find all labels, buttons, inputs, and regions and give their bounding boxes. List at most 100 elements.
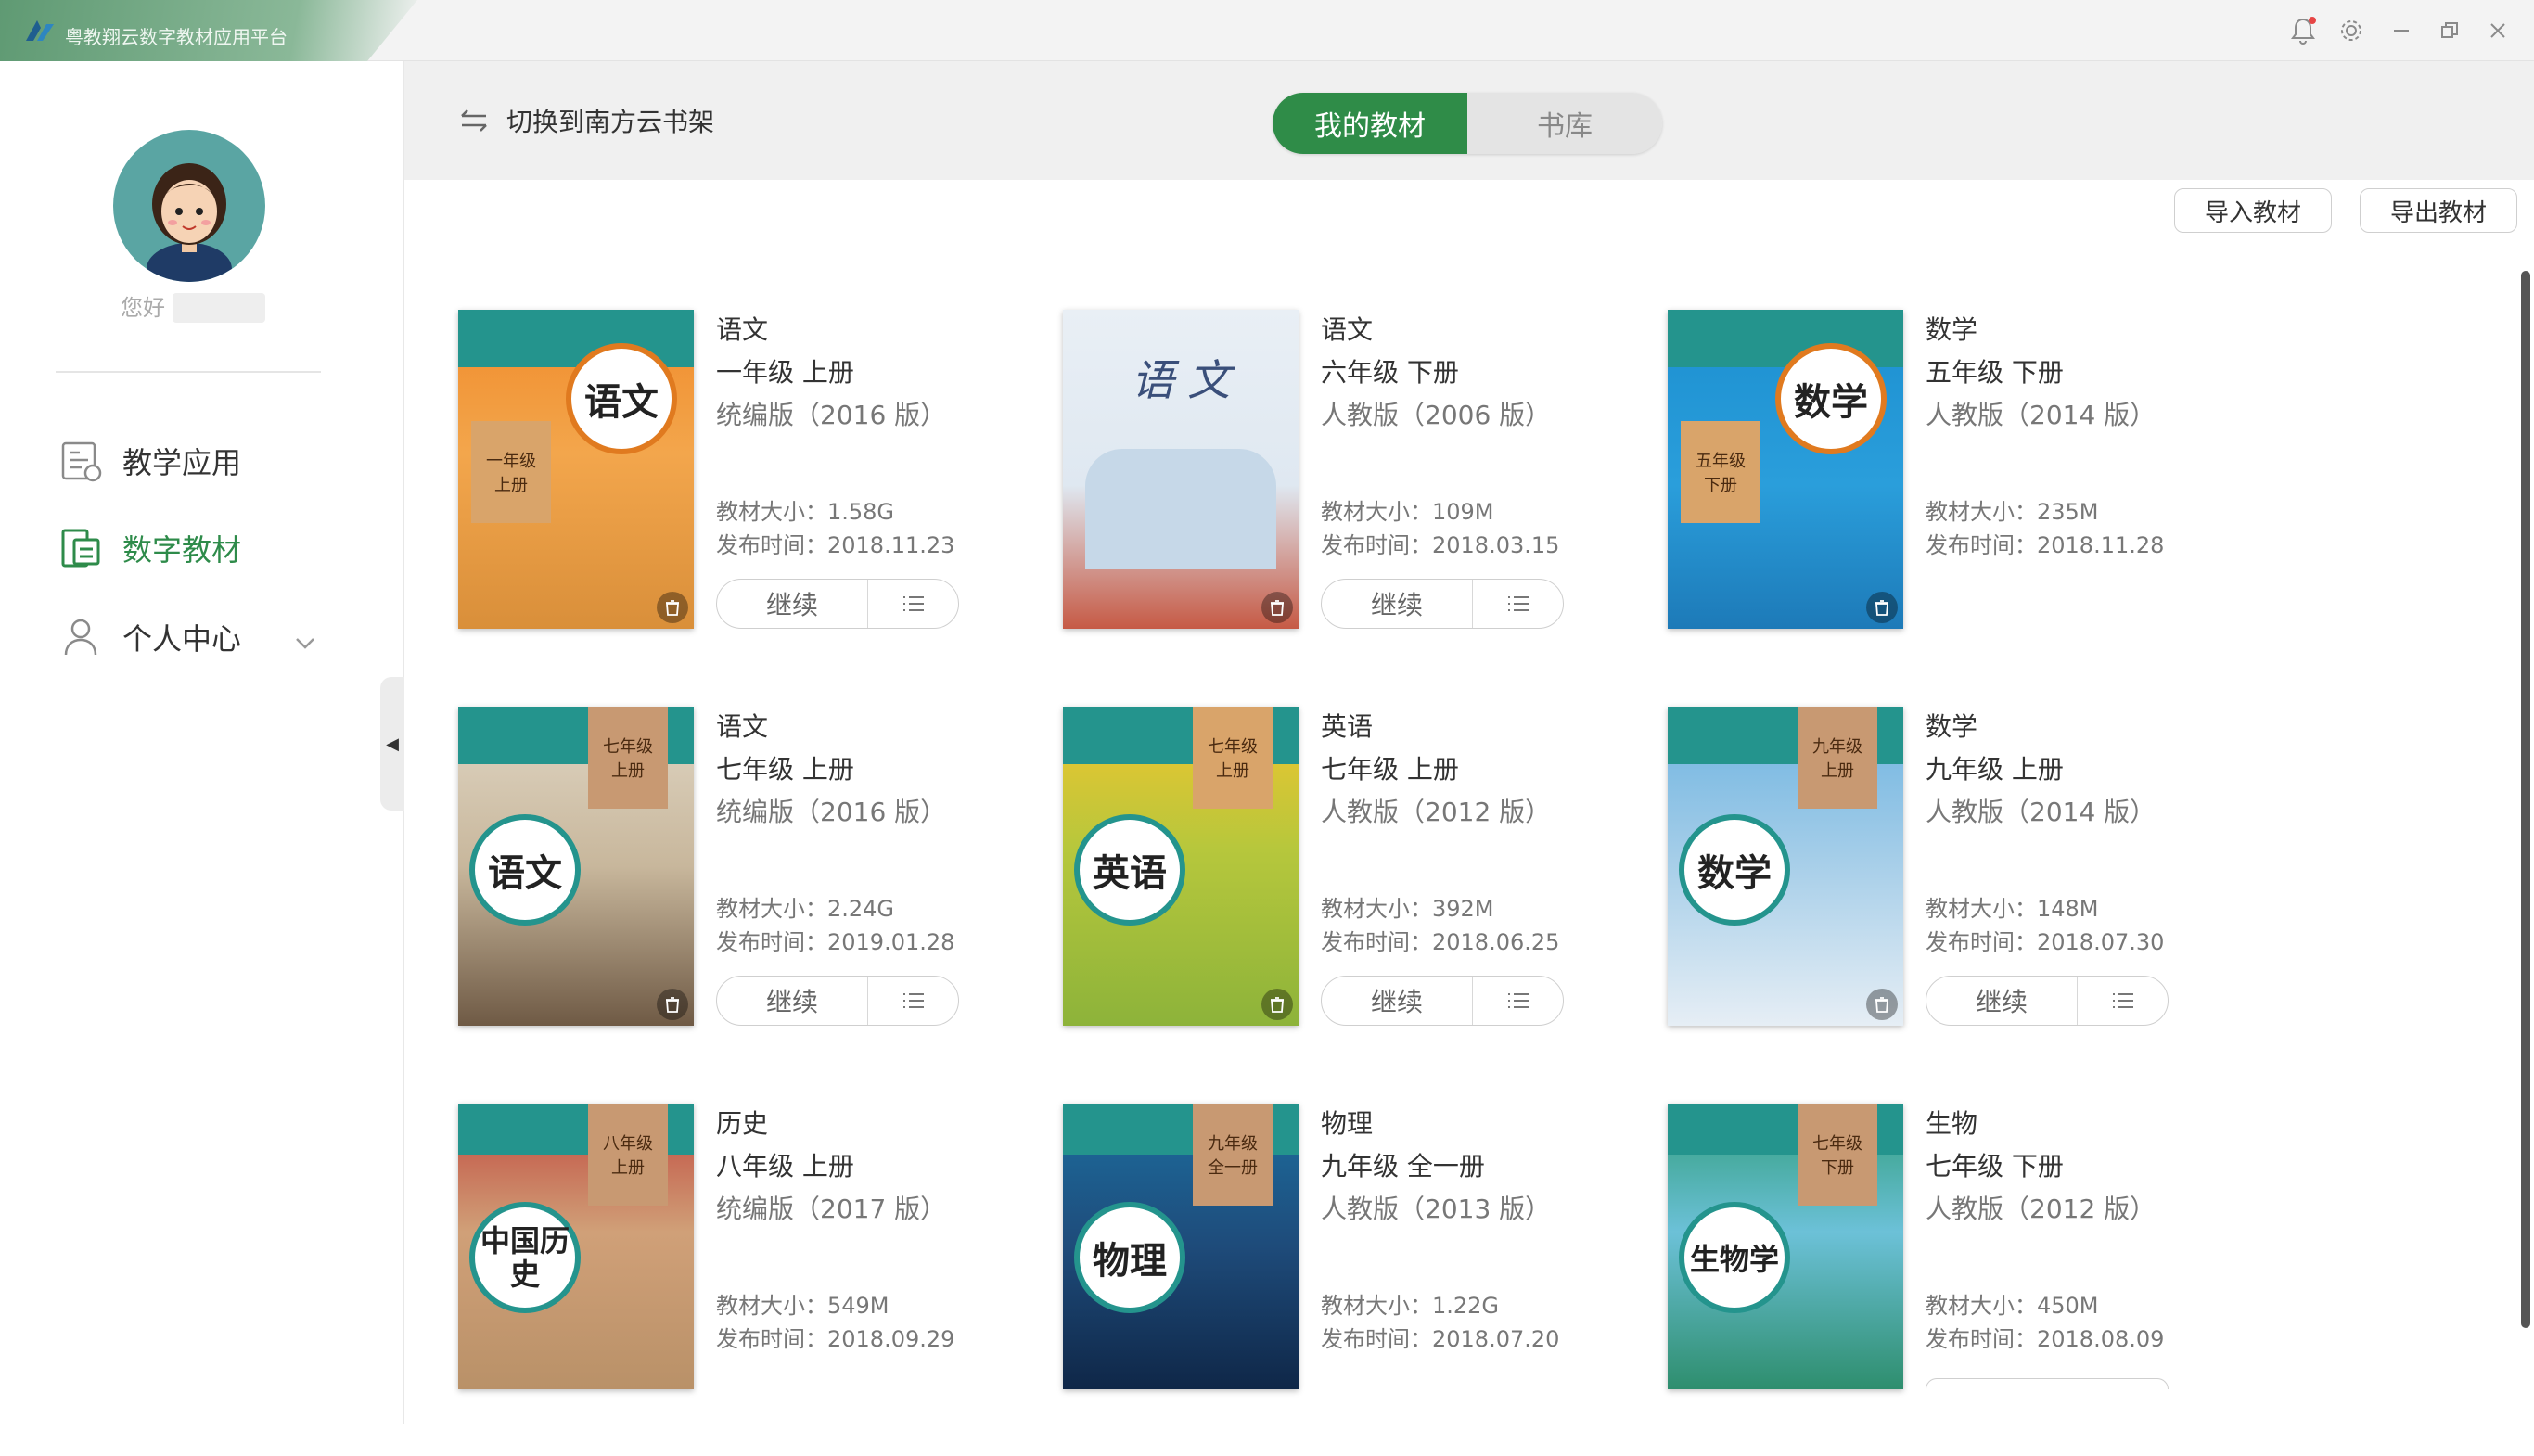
sidebar-item-label: 教学应用	[122, 445, 242, 480]
book-grade: 九年级 全一册	[1321, 1151, 1485, 1181]
sidebar-item-digital-textbook[interactable]: 数字教材	[58, 525, 241, 571]
delete-trash-icon[interactable]	[657, 592, 688, 623]
sidebar: 您好 教学应用 数字教材 个人中心 ◀	[0, 61, 404, 1424]
book-cover[interactable]: 八年级 上册 中国历史	[458, 1104, 694, 1389]
sidebar-collapse-handle[interactable]: ◀	[380, 677, 404, 811]
book-grade: 一年级 上册	[716, 357, 854, 388]
book-card[interactable]: 八年级 上册 中国历史 历史 八年级 上册 统编版（2017 版） 教材大小：5…	[458, 1104, 1033, 1456]
book-subject: 语文	[1321, 314, 1374, 345]
book-card[interactable]: 五年级 下册 数学 数学 五年级 下册 人教版（2014 版） 教材大小：235…	[1668, 310, 2243, 662]
delete-trash-icon[interactable]	[1261, 592, 1293, 623]
cover-grade-box: 八年级 上册	[588, 1104, 668, 1206]
continue-button[interactable]: 继续	[1322, 580, 1473, 628]
book-cover[interactable]: 九年级 上册 数学	[1668, 707, 1903, 1026]
person-icon	[64, 619, 97, 656]
sidebar-item-label: 个人中心	[122, 621, 242, 657]
brand-banner: 粤教翔云数字教材应用平台	[0, 0, 417, 61]
continue-button[interactable]: 继续	[717, 580, 868, 628]
book-edition: 人教版（2012 版）	[1926, 1194, 2156, 1224]
import-textbook-button[interactable]: 导入教材	[2174, 188, 2332, 233]
cover-grade-box: 七年级 上册	[1193, 707, 1273, 809]
avatar-illustration-icon	[147, 163, 232, 282]
book-size: 教材大小：1.58G	[716, 499, 895, 525]
continue-button[interactable]: 继续	[1926, 977, 2078, 1025]
book-edition: 人教版（2012 版）	[1321, 797, 1552, 827]
list-menu-icon[interactable]	[1473, 977, 1563, 1025]
content-toolbar: 切换到南方云书架 我的教材 书库	[404, 61, 2534, 180]
tab-library[interactable]: 书库	[1467, 93, 1662, 154]
cover-volume: 上册	[611, 1158, 645, 1178]
vertical-scrollbar[interactable]	[2521, 271, 2530, 1328]
cover-title-badge: 生物学	[1679, 1202, 1790, 1313]
chevron-down-icon[interactable]	[293, 631, 317, 655]
book-cover[interactable]: 七年级 上册 语文	[458, 707, 694, 1026]
switch-bookshelf-button[interactable]: 切换到南方云书架	[458, 102, 714, 139]
book-cover[interactable]: 一年级 上册 语文	[458, 310, 694, 629]
list-menu-icon[interactable]	[868, 580, 958, 628]
book-size: 教材大小：235M	[1926, 499, 2099, 525]
export-textbook-button[interactable]: 导出教材	[2360, 188, 2517, 233]
book-card[interactable]: 九年级 全一册 物理 物理 九年级 全一册 人教版（2013 版） 教材大小：1…	[1063, 1104, 1638, 1456]
cover-volume: 下册	[1704, 476, 1737, 495]
book-date: 发布时间：2018.06.25	[1321, 929, 1560, 955]
book-subject: 生物	[1926, 1108, 1978, 1139]
book-cover[interactable]: 九年级 全一册 物理	[1063, 1104, 1299, 1389]
book-subject: 语文	[716, 711, 769, 742]
continue-control[interactable]	[1926, 1378, 2169, 1389]
book-card[interactable]: 语 文 语文 六年级 下册 人教版（2006 版） 教材大小：109M 发布时间…	[1063, 310, 1638, 662]
cover-volume: 上册	[1821, 761, 1854, 781]
continue-control: 继续	[1321, 976, 1564, 1026]
sidebar-item-personal-center[interactable]: 个人中心	[58, 614, 241, 660]
list-menu-icon[interactable]	[2078, 977, 2168, 1025]
tab-my-textbooks[interactable]: 我的教材	[1273, 93, 1467, 154]
list-menu-icon[interactable]	[868, 977, 958, 1025]
delete-trash-icon[interactable]	[657, 989, 688, 1020]
cover-volume: 全一册	[1208, 1158, 1258, 1178]
book-card[interactable]: 一年级 上册 语文 语文 一年级 上册 统编版（2016 版） 教材大小：1.5…	[458, 310, 1033, 662]
book-cover[interactable]: 七年级 上册 英语	[1063, 707, 1299, 1026]
book-size: 教材大小：2.24G	[716, 896, 895, 922]
cover-grade: 八年级	[603, 1134, 653, 1154]
book-card[interactable]: 七年级 下册 生物学 生物 七年级 下册 人教版（2012 版） 教材大小：45…	[1668, 1104, 2243, 1456]
restore-icon[interactable]	[2434, 15, 2465, 46]
notification-bell-icon[interactable]	[2287, 15, 2319, 46]
delete-trash-icon[interactable]	[1866, 592, 1898, 623]
app-logo-icon	[26, 20, 54, 41]
cover-title-badge: 数学	[1775, 343, 1887, 454]
book-cover[interactable]: 七年级 下册 生物学	[1668, 1104, 1903, 1389]
delete-trash-icon[interactable]	[1866, 989, 1898, 1020]
book-subject: 数学	[1926, 711, 1978, 742]
book-edition: 统编版（2016 版）	[716, 400, 947, 430]
delete-trash-icon[interactable]	[1261, 989, 1293, 1020]
book-grade: 七年级 上册	[1321, 754, 1459, 785]
book-card[interactable]: 九年级 上册 数学 数学 九年级 上册 人教版（2014 版） 教材大小：148…	[1668, 707, 2243, 1059]
cover-grade: 九年级	[1812, 737, 1862, 757]
book-grade: 八年级 上册	[716, 1151, 854, 1181]
continue-control: 继续	[716, 976, 959, 1026]
book-cover[interactable]: 五年级 下册 数学	[1668, 310, 1903, 629]
book-size: 教材大小：450M	[1926, 1293, 2099, 1319]
caret-left-icon: ◀	[386, 734, 399, 754]
book-date: 发布时间：2018.03.15	[1321, 532, 1560, 558]
cover-grade: 七年级	[603, 737, 653, 757]
greeting-text: 您好	[121, 295, 165, 321]
book-cover[interactable]: 语 文	[1063, 310, 1299, 629]
list-menu-icon[interactable]	[1473, 580, 1563, 628]
minimize-icon[interactable]	[2386, 15, 2417, 46]
book-subject: 语文	[716, 314, 769, 345]
close-icon[interactable]	[2482, 15, 2514, 46]
continue-button[interactable]: 继续	[717, 977, 868, 1025]
book-date: 发布时间：2019.01.28	[716, 929, 955, 955]
username-redacted	[173, 293, 265, 323]
book-card[interactable]: 七年级 上册 英语 英语 七年级 上册 人教版（2012 版） 教材大小：392…	[1063, 707, 1638, 1059]
digital-textbook-icon	[61, 529, 100, 568]
cover-title: 语 文	[1131, 355, 1231, 405]
settings-gear-icon[interactable]	[2336, 15, 2367, 46]
continue-button[interactable]: 继续	[1322, 977, 1473, 1025]
cover-illustration	[1085, 449, 1276, 569]
sidebar-item-teaching-app[interactable]: 教学应用	[58, 438, 241, 484]
cover-volume: 上册	[611, 761, 645, 781]
avatar[interactable]	[113, 130, 265, 282]
book-edition: 人教版（2014 版）	[1926, 797, 2156, 827]
book-card[interactable]: 七年级 上册 语文 语文 七年级 上册 统编版（2016 版） 教材大小：2.2…	[458, 707, 1033, 1059]
